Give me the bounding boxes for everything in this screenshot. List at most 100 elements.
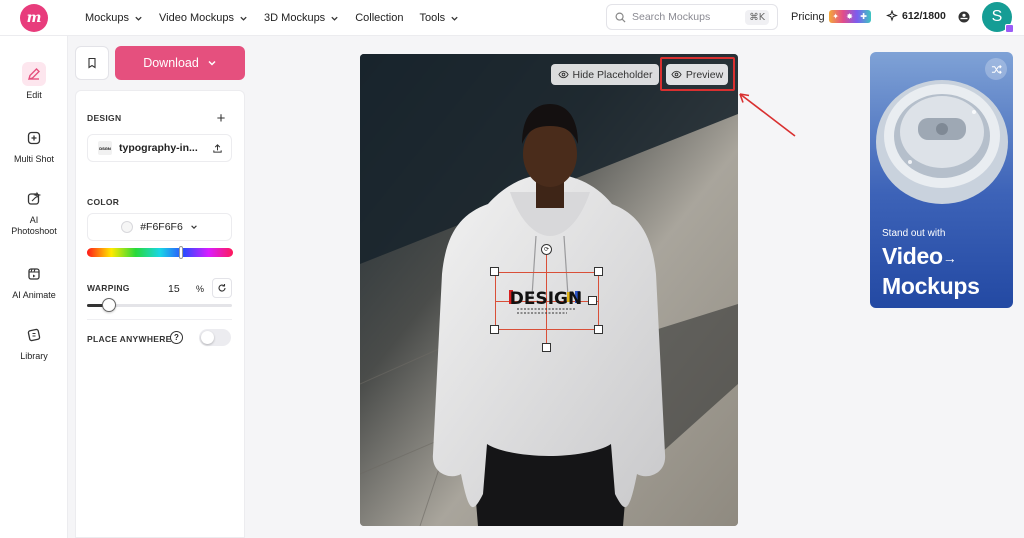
ad-small-text: Stand out with (882, 228, 946, 239)
sparkle-icon (886, 10, 898, 22)
rail-label: AI Photoshoot (11, 215, 57, 236)
hide-placeholder-label: Hide Placeholder (572, 68, 653, 81)
chevron-down-icon (331, 16, 338, 21)
chevron-down-icon (191, 225, 197, 229)
design-file-row[interactable]: DSGN typography-in... (87, 134, 232, 162)
nav-tools[interactable]: Tools (420, 12, 460, 24)
spectrum-handle[interactable] (179, 246, 183, 259)
design-file-name: typography-in... (119, 142, 198, 154)
place-anywhere-label: PLACE ANYWHERE (87, 334, 172, 344)
rail-label: Edit (26, 90, 42, 100)
chevron-down-icon (208, 60, 216, 66)
nav-label: 3D Mockups (264, 12, 326, 24)
resize-handle-bottom-left[interactable] (490, 325, 499, 334)
ad-headline: Video→ Mockups (882, 242, 980, 300)
add-design-button[interactable]: + (210, 107, 232, 129)
library-icon (22, 323, 46, 347)
brand-logo[interactable]: m (20, 4, 48, 32)
design-thumbnail: DSGN (98, 141, 112, 155)
rail-item-ai-photoshoot[interactable]: AI Photoshoot (0, 187, 68, 237)
rail-item-ai-animate[interactable]: AI Animate (0, 262, 68, 300)
main-nav: Mockups Video Mockups 3D Mockups Collect… (85, 0, 459, 36)
resize-handle-top-right[interactable] (594, 267, 603, 276)
nav-label: Mockups (85, 12, 130, 24)
color-picker[interactable]: #F6F6F6 (87, 213, 232, 241)
design-settings-panel: DESIGN + DSGN typography-in... COLOR #F6… (75, 90, 245, 538)
color-swatch (121, 221, 134, 233)
nav-video-mockups[interactable]: Video Mockups (159, 12, 248, 24)
avatar-initial: S (991, 8, 1003, 25)
preview-highlight-box (660, 57, 735, 91)
download-button[interactable]: Download (115, 46, 245, 80)
refresh-icon (218, 284, 226, 292)
chevron-down-icon (451, 16, 458, 21)
resize-handle-right[interactable] (588, 296, 597, 305)
design-art-text: DESIGN (510, 289, 582, 309)
annotation-arrow (739, 93, 796, 137)
warping-value: 15 (168, 283, 180, 295)
download-label: Download (143, 56, 199, 70)
credits-value: 612/1800 (902, 10, 946, 22)
resize-handle-top-left[interactable] (490, 267, 499, 276)
bookmark-button[interactable] (75, 46, 109, 80)
shuffle-icon[interactable] (985, 58, 1007, 80)
ai-photoshoot-icon (22, 187, 46, 211)
pricing-link[interactable]: Pricing ✦ ✸ ✚ (791, 10, 871, 23)
upload-icon[interactable] (212, 143, 223, 154)
pencil-icon (22, 62, 46, 86)
eye-icon (557, 70, 569, 79)
search-input[interactable]: Search Mockups ⌘K (606, 4, 778, 30)
place-anywhere-toggle[interactable] (199, 329, 231, 346)
hide-placeholder-button[interactable]: Hide Placeholder (551, 64, 659, 85)
plan-badge (1005, 24, 1014, 33)
resize-handle-bottom-right[interactable] (594, 325, 603, 334)
left-tool-rail: Edit Multi Shot AI Photoshoot AI Animate… (0, 36, 68, 538)
design-section-label: DESIGN (87, 113, 122, 123)
warping-slider-thumb[interactable] (101, 298, 116, 312)
ai-animate-icon (22, 262, 46, 286)
rail-item-multi-shot[interactable]: Multi Shot (0, 126, 68, 164)
section-divider (87, 319, 232, 320)
nav-label: Collection (355, 12, 404, 24)
arrow-right-icon: → (942, 249, 957, 266)
color-section-label: COLOR (87, 197, 120, 207)
video-mockups-ad[interactable]: Stand out with Video→ Mockups (870, 52, 1013, 308)
warping-slider[interactable] (87, 298, 232, 312)
pricing-badge-icons: ✦ ✸ ✚ (828, 10, 871, 23)
nav-label: Tools (419, 12, 446, 24)
nav-3d-mockups[interactable]: 3D Mockups (264, 12, 339, 24)
bookmark-icon (88, 57, 96, 69)
search-icon (615, 12, 626, 23)
nav-mockups[interactable]: Mockups (85, 12, 143, 24)
credits-counter[interactable]: 612/1800 (886, 10, 946, 22)
chevron-down-icon (240, 16, 247, 21)
pricing-label: Pricing (791, 10, 825, 23)
rail-label: AI Animate (12, 290, 56, 300)
chevron-down-icon (135, 16, 142, 21)
toggle-knob (201, 331, 214, 344)
ad-headline-line1: Video (882, 243, 943, 269)
rail-label: Multi Shot (13, 154, 55, 164)
rail-item-library[interactable]: Library (0, 323, 68, 361)
notification-icon[interactable] (957, 10, 971, 24)
color-hex-value: #F6F6F6 (140, 221, 183, 233)
multi-shot-icon (22, 126, 46, 150)
top-navigation-bar: m Mockups Video Mockups 3D Mockups Colle… (0, 0, 1024, 36)
nav-collection[interactable]: Collection (355, 12, 403, 24)
resize-handle-bottom[interactable] (542, 343, 551, 352)
help-icon[interactable]: ? (170, 331, 183, 344)
ad-headline-line2: Mockups (882, 272, 980, 299)
search-placeholder: Search Mockups (632, 11, 711, 23)
rotate-handle[interactable]: ⟳ (541, 244, 552, 255)
warping-section-label: WARPING (87, 283, 130, 293)
rail-label: Library (20, 351, 48, 361)
design-artwork[interactable]: DESIGN (507, 282, 585, 318)
color-spectrum-slider[interactable] (87, 246, 233, 259)
search-shortcut: ⌘K (745, 9, 769, 25)
warping-value-field[interactable]: 15 % (164, 278, 208, 300)
rail-item-edit[interactable]: Edit (0, 62, 68, 100)
nav-label: Video Mockups (159, 12, 235, 24)
logo-text: m (26, 10, 42, 26)
plus-icon: + (216, 109, 226, 127)
reset-warping-button[interactable] (212, 278, 232, 298)
